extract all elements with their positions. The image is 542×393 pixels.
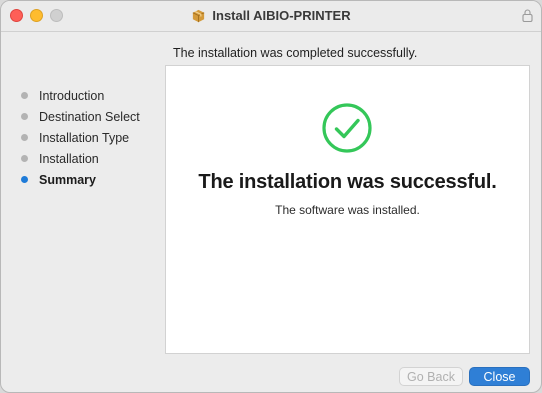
content-panel: The installation was successful. The sof… [165, 65, 530, 354]
installer-window: Install AIBIO-PRINTER The installation w… [0, 0, 542, 393]
go-back-button[interactable]: Go Back [399, 367, 463, 386]
window-title: Install AIBIO-PRINTER [1, 8, 541, 26]
step-introduction: Introduction [21, 85, 140, 106]
lock-icon [522, 9, 533, 22]
step-dot-icon [21, 134, 28, 141]
step-destination-select: Destination Select [21, 106, 140, 127]
title-bar[interactable]: Install AIBIO-PRINTER [1, 1, 541, 32]
step-installation-type: Installation Type [21, 127, 140, 148]
checkmark-circle-icon [322, 103, 372, 153]
step-label: Summary [39, 172, 96, 187]
success-title: The installation was successful. [198, 171, 497, 193]
step-label: Installation [39, 151, 99, 166]
step-dot-active-icon [21, 176, 28, 183]
step-dot-icon [21, 155, 28, 162]
step-label: Introduction [39, 88, 105, 103]
package-icon [193, 9, 205, 23]
step-dot-icon [21, 113, 28, 120]
step-label: Installation Type [39, 130, 130, 145]
step-installation: Installation [21, 148, 140, 169]
window-title-text: Install AIBIO-PRINTER [212, 8, 351, 23]
step-label: Destination Select [39, 109, 140, 124]
installer-steps-sidebar: Introduction Destination Select Installa… [21, 85, 140, 190]
step-dot-icon [21, 92, 28, 99]
step-summary: Summary [21, 169, 140, 190]
success-subtitle: The software was installed. [275, 203, 420, 217]
close-button[interactable]: Close [469, 367, 530, 386]
header-message: The installation was completed successfu… [173, 46, 418, 60]
